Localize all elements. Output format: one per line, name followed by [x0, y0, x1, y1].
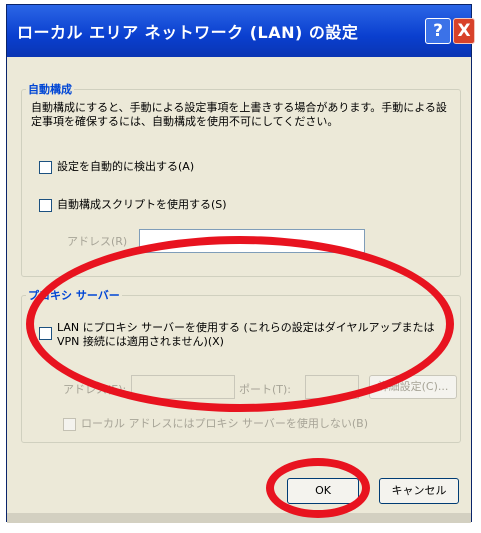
- title-bar[interactable]: ローカル エリア ネットワーク (LAN) の設定 ? X: [7, 5, 475, 57]
- close-button[interactable]: X: [453, 18, 475, 44]
- auto-config-description: 自動構成にすると、手動による設定事項を上書きする場合があります。手動による設定事…: [31, 101, 447, 128]
- ok-highlight-oval: [266, 458, 370, 518]
- auto-script-label: 自動構成スクリプトを使用する(S): [57, 198, 227, 211]
- help-button[interactable]: ?: [425, 18, 451, 44]
- script-address-label: アドレス(R): [67, 235, 128, 248]
- auto-detect-label: 設定を自動的に検出する(A): [57, 160, 195, 173]
- auto-detect-checkbox[interactable]: [39, 161, 52, 174]
- cancel-button[interactable]: キャンセル: [379, 478, 459, 504]
- close-icon: X: [457, 21, 471, 41]
- proxy-highlight-oval: [26, 236, 454, 412]
- question-mark-icon: ?: [433, 21, 443, 41]
- bypass-local-label: ローカル アドレスにはプロキシ サーバーを使用しない(B): [81, 417, 369, 430]
- bypass-local-checkbox[interactable]: [63, 418, 76, 431]
- auto-config-legend: 自動構成: [28, 83, 72, 96]
- auto-script-checkbox[interactable]: [39, 199, 52, 212]
- window-bottom-edge: [7, 513, 471, 523]
- window-title: ローカル エリア ネットワーク (LAN) の設定: [17, 23, 359, 42]
